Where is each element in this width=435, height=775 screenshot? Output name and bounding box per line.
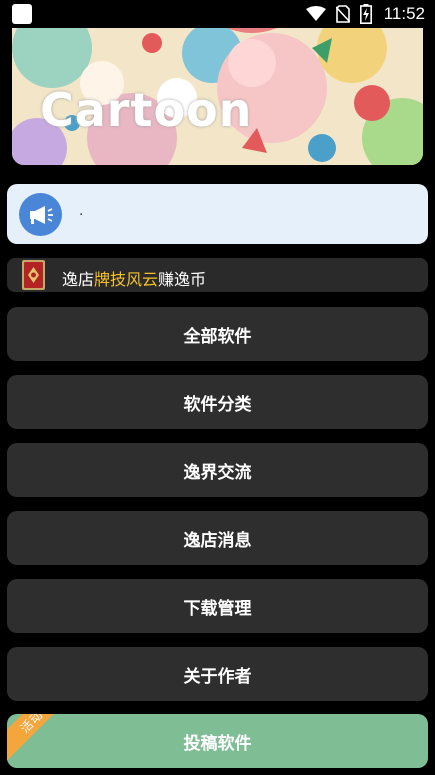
announcement-text: .: [79, 203, 84, 219]
download-manager-button[interactable]: 下载管理: [7, 579, 428, 633]
promo-text: 逸店牌技风云赚逸币: [62, 266, 206, 290]
community-label: 逸界交流: [183, 462, 252, 483]
submit-software-label: 投稿软件: [183, 733, 252, 754]
software-categories-label: 软件分类: [183, 394, 252, 415]
banner-title: Cartoon: [40, 83, 253, 137]
event-ribbon: 活动: [7, 714, 69, 768]
no-sim-icon: [335, 5, 350, 23]
banner-image[interactable]: Cartoon: [12, 28, 423, 165]
all-software-button[interactable]: 全部软件: [7, 307, 428, 361]
store-messages-button[interactable]: 逸店消息: [7, 511, 428, 565]
software-categories-button[interactable]: 软件分类: [7, 375, 428, 429]
status-icons: 11:52: [305, 2, 425, 26]
clock: 11:52: [383, 4, 425, 23]
about-author-button[interactable]: 关于作者: [7, 647, 428, 701]
card-game-icon: [22, 260, 45, 290]
community-button[interactable]: 逸界交流: [7, 443, 428, 497]
wifi-icon: [305, 6, 326, 21]
all-software-label: 全部软件: [183, 326, 252, 347]
status-bar: 11:52: [0, 0, 435, 28]
about-author-label: 关于作者: [183, 666, 252, 687]
promo-game-link[interactable]: 牌技风云: [94, 270, 158, 289]
download-manager-label: 下载管理: [183, 598, 252, 619]
app-notification-icon: [12, 4, 32, 24]
announcement-bar[interactable]: .: [7, 184, 428, 244]
promo-text-suffix: 赚逸币: [158, 270, 207, 289]
store-messages-label: 逸店消息: [183, 530, 252, 551]
submit-software-button[interactable]: 活动 投稿软件: [7, 714, 428, 768]
battery-charging-icon: [359, 4, 372, 24]
promo-text-prefix: 逸店: [62, 270, 95, 289]
promo-bar[interactable]: 逸店牌技风云赚逸币: [7, 258, 428, 292]
megaphone-icon: [19, 193, 62, 236]
event-ribbon-label: 活动: [17, 714, 46, 736]
